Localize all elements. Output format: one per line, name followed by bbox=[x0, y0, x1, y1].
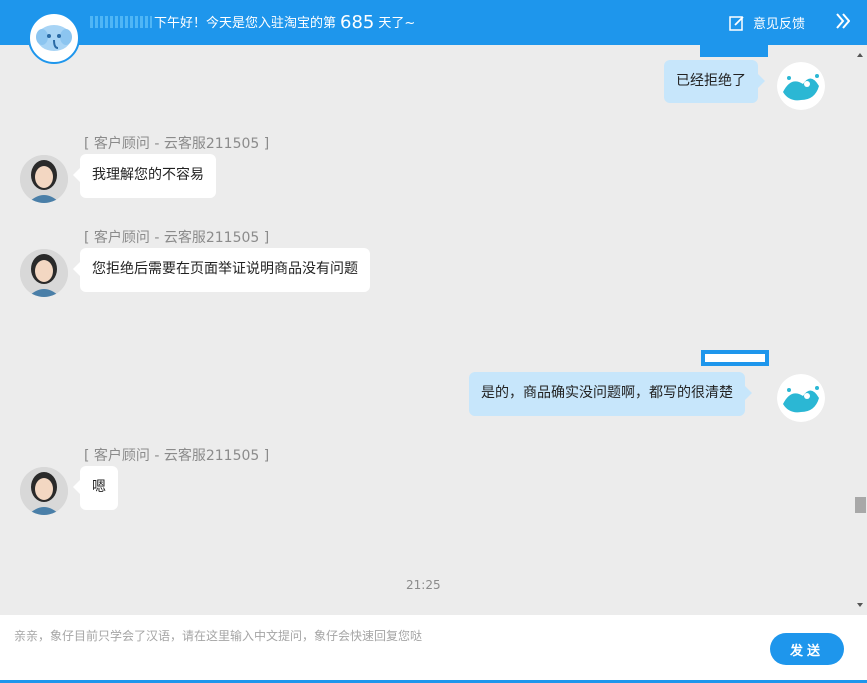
feedback-label: 意见反馈 bbox=[753, 17, 806, 32]
send-button[interactable]: 发送 bbox=[770, 633, 844, 665]
days-count: 685 bbox=[340, 12, 375, 33]
agent-message-bubble: 您拒绝后需要在页面举证说明商品没有问题 bbox=[73, 248, 370, 292]
redacted-username bbox=[90, 16, 152, 28]
agent-avatar bbox=[20, 249, 68, 297]
sender-label: [ 客户顾问 - 云客服211505 ] bbox=[84, 230, 270, 246]
message-input[interactable] bbox=[12, 625, 756, 675]
agent-avatar bbox=[20, 155, 68, 203]
feedback-button[interactable]: 意见反馈 bbox=[729, 13, 805, 32]
redacted-user-name bbox=[700, 45, 768, 57]
elephant-logo-icon bbox=[28, 12, 80, 64]
message-text: 我理解您的不容易 bbox=[92, 167, 204, 183]
user-message-bubble: 已经拒绝了 bbox=[664, 60, 765, 103]
user-avatar bbox=[777, 374, 825, 422]
agent-avatar bbox=[20, 467, 68, 515]
scroll-up-arrow-icon[interactable] bbox=[857, 53, 863, 57]
chat-area bbox=[0, 45, 867, 615]
double-chevron-right-icon bbox=[836, 13, 851, 29]
agent-message-bubble: 我理解您的不容易 bbox=[73, 154, 216, 198]
message-text: 是的，商品确实没问题啊，都写的很清楚 bbox=[481, 385, 733, 401]
greeting-message: 下午好！今天是您入驻淘宝的第 bbox=[154, 16, 337, 31]
edit-icon bbox=[729, 15, 744, 31]
chat-scrollbar[interactable] bbox=[854, 45, 867, 615]
user-message-bubble: 是的，商品确实没问题啊，都写的很清楚 bbox=[469, 372, 752, 416]
redacted-user-name bbox=[701, 350, 769, 366]
message-timestamp: 21:25 bbox=[406, 578, 441, 592]
scroll-thumb[interactable] bbox=[855, 497, 866, 513]
scroll-down-arrow-icon[interactable] bbox=[857, 603, 863, 607]
sender-label: [ 客户顾问 - 云客服211505 ] bbox=[84, 448, 270, 464]
message-text: 嗯 bbox=[92, 479, 106, 495]
agent-message-bubble: 嗯 bbox=[73, 466, 118, 510]
collapse-button[interactable] bbox=[836, 12, 851, 34]
message-text: 已经拒绝了 bbox=[676, 73, 746, 89]
days-suffix: 天了~ bbox=[378, 16, 416, 31]
user-avatar bbox=[777, 62, 825, 110]
sender-label: [ 客户顾问 - 云客服211505 ] bbox=[84, 136, 270, 152]
input-area: 发送 bbox=[0, 615, 867, 683]
message-text: 您拒绝后需要在页面举证说明商品没有问题 bbox=[92, 261, 358, 277]
header-bar: 下午好！今天是您入驻淘宝的第 685 天了~ 意见反馈 bbox=[0, 0, 867, 45]
greeting-text: 下午好！今天是您入驻淘宝的第 685 天了~ bbox=[90, 12, 415, 33]
